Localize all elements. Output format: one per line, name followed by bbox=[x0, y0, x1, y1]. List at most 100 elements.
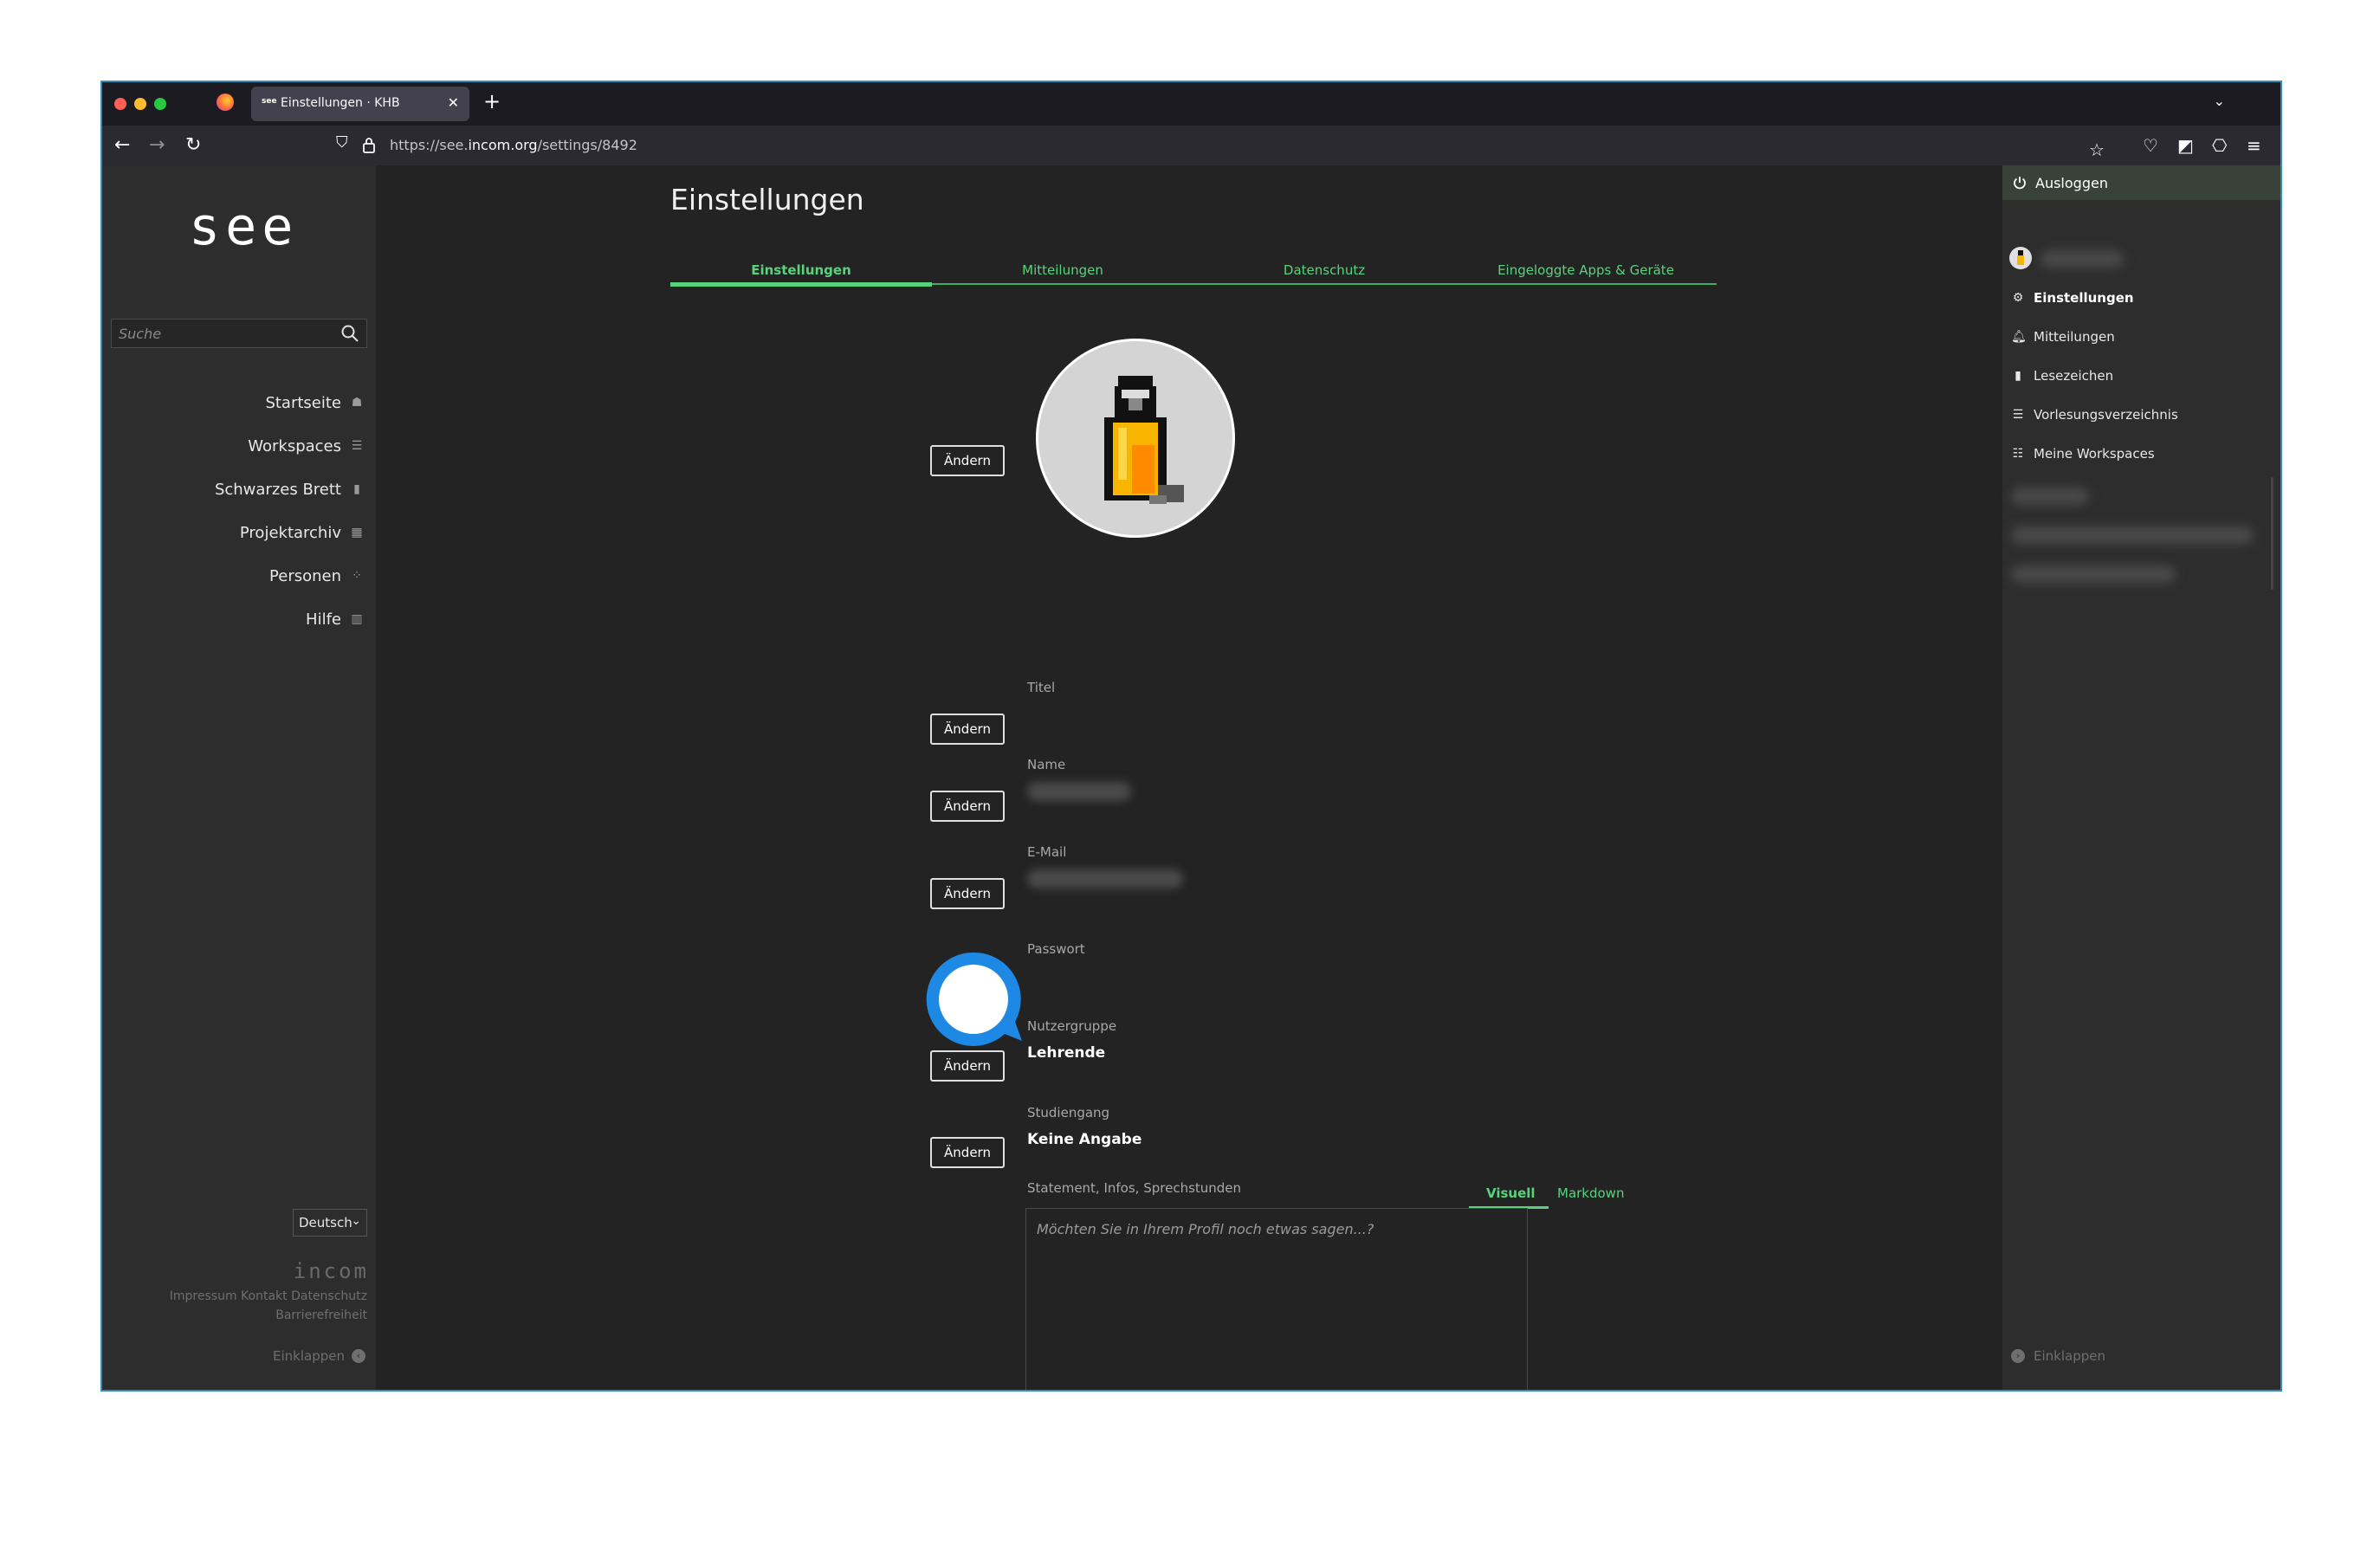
back-arrow-icon[interactable]: ← bbox=[114, 134, 130, 156]
tab-close-icon[interactable]: ✕ bbox=[448, 94, 459, 111]
language-select[interactable]: Deutsch ⌄ bbox=[293, 1209, 367, 1237]
r-item-lesezeichen[interactable]: ▮ Lesezeichen bbox=[2011, 365, 2113, 387]
change-usergroup-button[interactable]: Ändern bbox=[930, 1050, 1005, 1082]
nav-item-startseite[interactable]: Startseite ☗ bbox=[265, 389, 364, 417]
browser-navbar: ← → ↻ ⛉ https://see.incom.org/settings/8… bbox=[102, 126, 2280, 165]
workspace-item-redacted[interactable] bbox=[2011, 565, 2176, 583]
home-icon: ☗ bbox=[351, 396, 363, 410]
footer-links-line2[interactable]: Barrierefreiheit bbox=[170, 1306, 367, 1325]
nav-item-label: Projektarchiv bbox=[239, 523, 341, 542]
url-domain: incom.org bbox=[468, 137, 538, 153]
lock-icon[interactable] bbox=[362, 137, 376, 154]
new-tab-icon[interactable]: + bbox=[483, 89, 501, 113]
tab-datenschutz[interactable]: Datenschutz bbox=[1193, 262, 1455, 278]
nav-item-label: Hilfe bbox=[306, 610, 341, 629]
zoom-window-button[interactable] bbox=[154, 98, 166, 110]
incom-logo[interactable]: incom bbox=[294, 1259, 369, 1283]
nav-item-schwarzes-brett[interactable]: Schwarzes Brett ▮ bbox=[215, 475, 364, 503]
search-input[interactable] bbox=[112, 320, 366, 347]
r-item-vorlesungsverzeichnis[interactable]: ☰ Vorlesungsverzeichnis bbox=[2011, 404, 2178, 426]
active-tab-indicator bbox=[670, 282, 932, 287]
shield-icon[interactable]: ⛉ bbox=[336, 133, 348, 152]
usergroup-value: Lehrende bbox=[1027, 1044, 1106, 1062]
board-icon: ▮ bbox=[353, 482, 360, 496]
tab-eingeloggte-apps[interactable]: Eingeloggte Apps & Geräte bbox=[1455, 262, 1717, 278]
url-bar[interactable]: ⛉ https://see.incom.org/settings/8492 ☆ bbox=[327, 132, 2105, 160]
nav-item-label: Workspaces bbox=[248, 436, 341, 455]
logout-button[interactable]: Ausloggen bbox=[2002, 165, 2280, 200]
change-title-button[interactable]: Ändern bbox=[930, 714, 1005, 745]
nav-item-hilfe[interactable]: Hilfe ▥ bbox=[306, 605, 364, 633]
change-avatar-button[interactable]: Ändern bbox=[930, 445, 1005, 476]
nav-item-workspaces[interactable]: Workspaces ☰ bbox=[248, 432, 364, 460]
browser-tab-active[interactable]: see Einstellungen · KHB ✕ bbox=[251, 87, 469, 121]
close-window-button[interactable] bbox=[114, 98, 126, 110]
book-icon: ▥ bbox=[351, 612, 363, 626]
main-content: Einstellungen Einstellungen Mitteilungen… bbox=[376, 165, 2002, 1390]
user-avatar-small[interactable] bbox=[2009, 247, 2032, 269]
editor-mode-tabs: Visuell Markdown bbox=[1469, 1180, 1630, 1209]
collapse-left-button[interactable]: Einklappen ‹ bbox=[273, 1348, 365, 1364]
statement-label: Statement, Infos, Sprechstunden bbox=[1027, 1180, 1242, 1196]
firefox-view-icon[interactable] bbox=[217, 94, 234, 111]
usergroup-label: Nutzergruppe bbox=[1027, 1018, 1117, 1034]
program-value: Keine Angabe bbox=[1027, 1131, 1142, 1148]
star-icon[interactable]: ☆ bbox=[2089, 139, 2105, 160]
pixel-avatar-image bbox=[1104, 376, 1184, 504]
nav-item-personen[interactable]: Personen ⁘ bbox=[269, 562, 364, 590]
chevron-down-icon: ⌄ bbox=[351, 1214, 361, 1228]
chat-bubble-icon[interactable] bbox=[923, 949, 1025, 1051]
r-item-einstellungen[interactable]: ⚙ Einstellungen bbox=[2011, 287, 2134, 309]
chevron-down-icon[interactable]: ⌄ bbox=[2214, 93, 2225, 109]
browser-tabbar: see Einstellungen · KHB ✕ + ⌄ bbox=[102, 82, 2280, 126]
search-icon[interactable] bbox=[340, 324, 359, 343]
extensions-icon[interactable]: ⎔ bbox=[2212, 135, 2227, 156]
hamburger-menu-icon[interactable]: ≡ bbox=[2247, 135, 2261, 156]
logout-label: Ausloggen bbox=[2035, 174, 2108, 191]
minimize-window-button[interactable] bbox=[134, 98, 146, 110]
footer-links: Impressum Kontakt Datenschutz Barrierefr… bbox=[170, 1287, 367, 1325]
change-name-button[interactable]: Ändern bbox=[930, 791, 1005, 822]
r-item-label: Einstellungen bbox=[2034, 290, 2134, 306]
r-item-label: Meine Workspaces bbox=[2034, 446, 2155, 462]
email-label: E-Mail bbox=[1027, 844, 1067, 860]
grid-icon: ▦ bbox=[351, 526, 363, 539]
list-icon: ☰ bbox=[351, 439, 363, 453]
browser-window: see Einstellungen · KHB ✕ + ⌄ ← → ↻ ⛉ ht… bbox=[100, 81, 2282, 1392]
tab-visuell[interactable]: Visuell bbox=[1486, 1185, 1536, 1201]
left-sidebar: see Startseite ☗ Workspaces ☰ Schwarzes … bbox=[102, 165, 376, 1390]
see-logo[interactable]: see bbox=[189, 197, 298, 257]
username-redacted bbox=[2040, 250, 2124, 268]
nav-item-label: Startseite bbox=[265, 393, 341, 412]
email-value-redacted bbox=[1027, 869, 1183, 888]
avatar[interactable] bbox=[1036, 339, 1235, 538]
change-program-button[interactable]: Ändern bbox=[930, 1137, 1005, 1168]
chevron-left-circle-icon: ‹ bbox=[352, 1349, 365, 1363]
page-title: Einstellungen bbox=[670, 183, 864, 216]
editor-placeholder: Möchten Sie in Ihrem Profil noch etwas s… bbox=[1037, 1221, 1374, 1237]
r-item-meine-workspaces[interactable]: ☷ Meine Workspaces bbox=[2011, 442, 2155, 465]
workspace-item-redacted[interactable] bbox=[2011, 488, 2089, 505]
language-value: Deutsch bbox=[299, 1215, 352, 1230]
reload-icon[interactable]: ↻ bbox=[185, 134, 201, 156]
change-email-button[interactable]: Ändern bbox=[930, 878, 1005, 909]
forward-arrow-icon[interactable]: → bbox=[149, 134, 165, 156]
pixel-avatar-small-image bbox=[2017, 250, 2024, 265]
r-item-mitteilungen[interactable]: 🔔︎ Mitteilungen bbox=[2011, 326, 2115, 348]
nav-item-projektarchiv[interactable]: Projektarchiv ▦ bbox=[240, 519, 364, 546]
url-text[interactable]: https://see.incom.org/settings/8492 bbox=[390, 137, 637, 153]
collapse-right-button[interactable]: › Einklappen bbox=[2011, 1348, 2105, 1364]
right-scrollbar[interactable] bbox=[2271, 477, 2273, 590]
tab-mitteilungen[interactable]: Mitteilungen bbox=[932, 262, 1193, 278]
bookmark-icon: ▮ bbox=[2015, 369, 2021, 383]
pocket-icon[interactable]: ♡ bbox=[2143, 135, 2158, 156]
workspace-item-redacted[interactable] bbox=[2011, 526, 2254, 544]
tab-einstellungen[interactable]: Einstellungen bbox=[670, 262, 932, 278]
statement-editor[interactable]: Möchten Sie in Ihrem Profil noch etwas s… bbox=[1025, 1208, 1528, 1390]
tab-markdown[interactable]: Markdown bbox=[1557, 1185, 1624, 1201]
bell-icon: 🔔︎ bbox=[2011, 330, 2027, 344]
program-label: Studiengang bbox=[1027, 1105, 1110, 1121]
footer-links-line1[interactable]: Impressum Kontakt Datenschutz bbox=[170, 1287, 367, 1306]
nav-item-label: Schwarzes Brett bbox=[214, 480, 341, 499]
container-icon[interactable]: ◩ bbox=[2177, 135, 2194, 156]
